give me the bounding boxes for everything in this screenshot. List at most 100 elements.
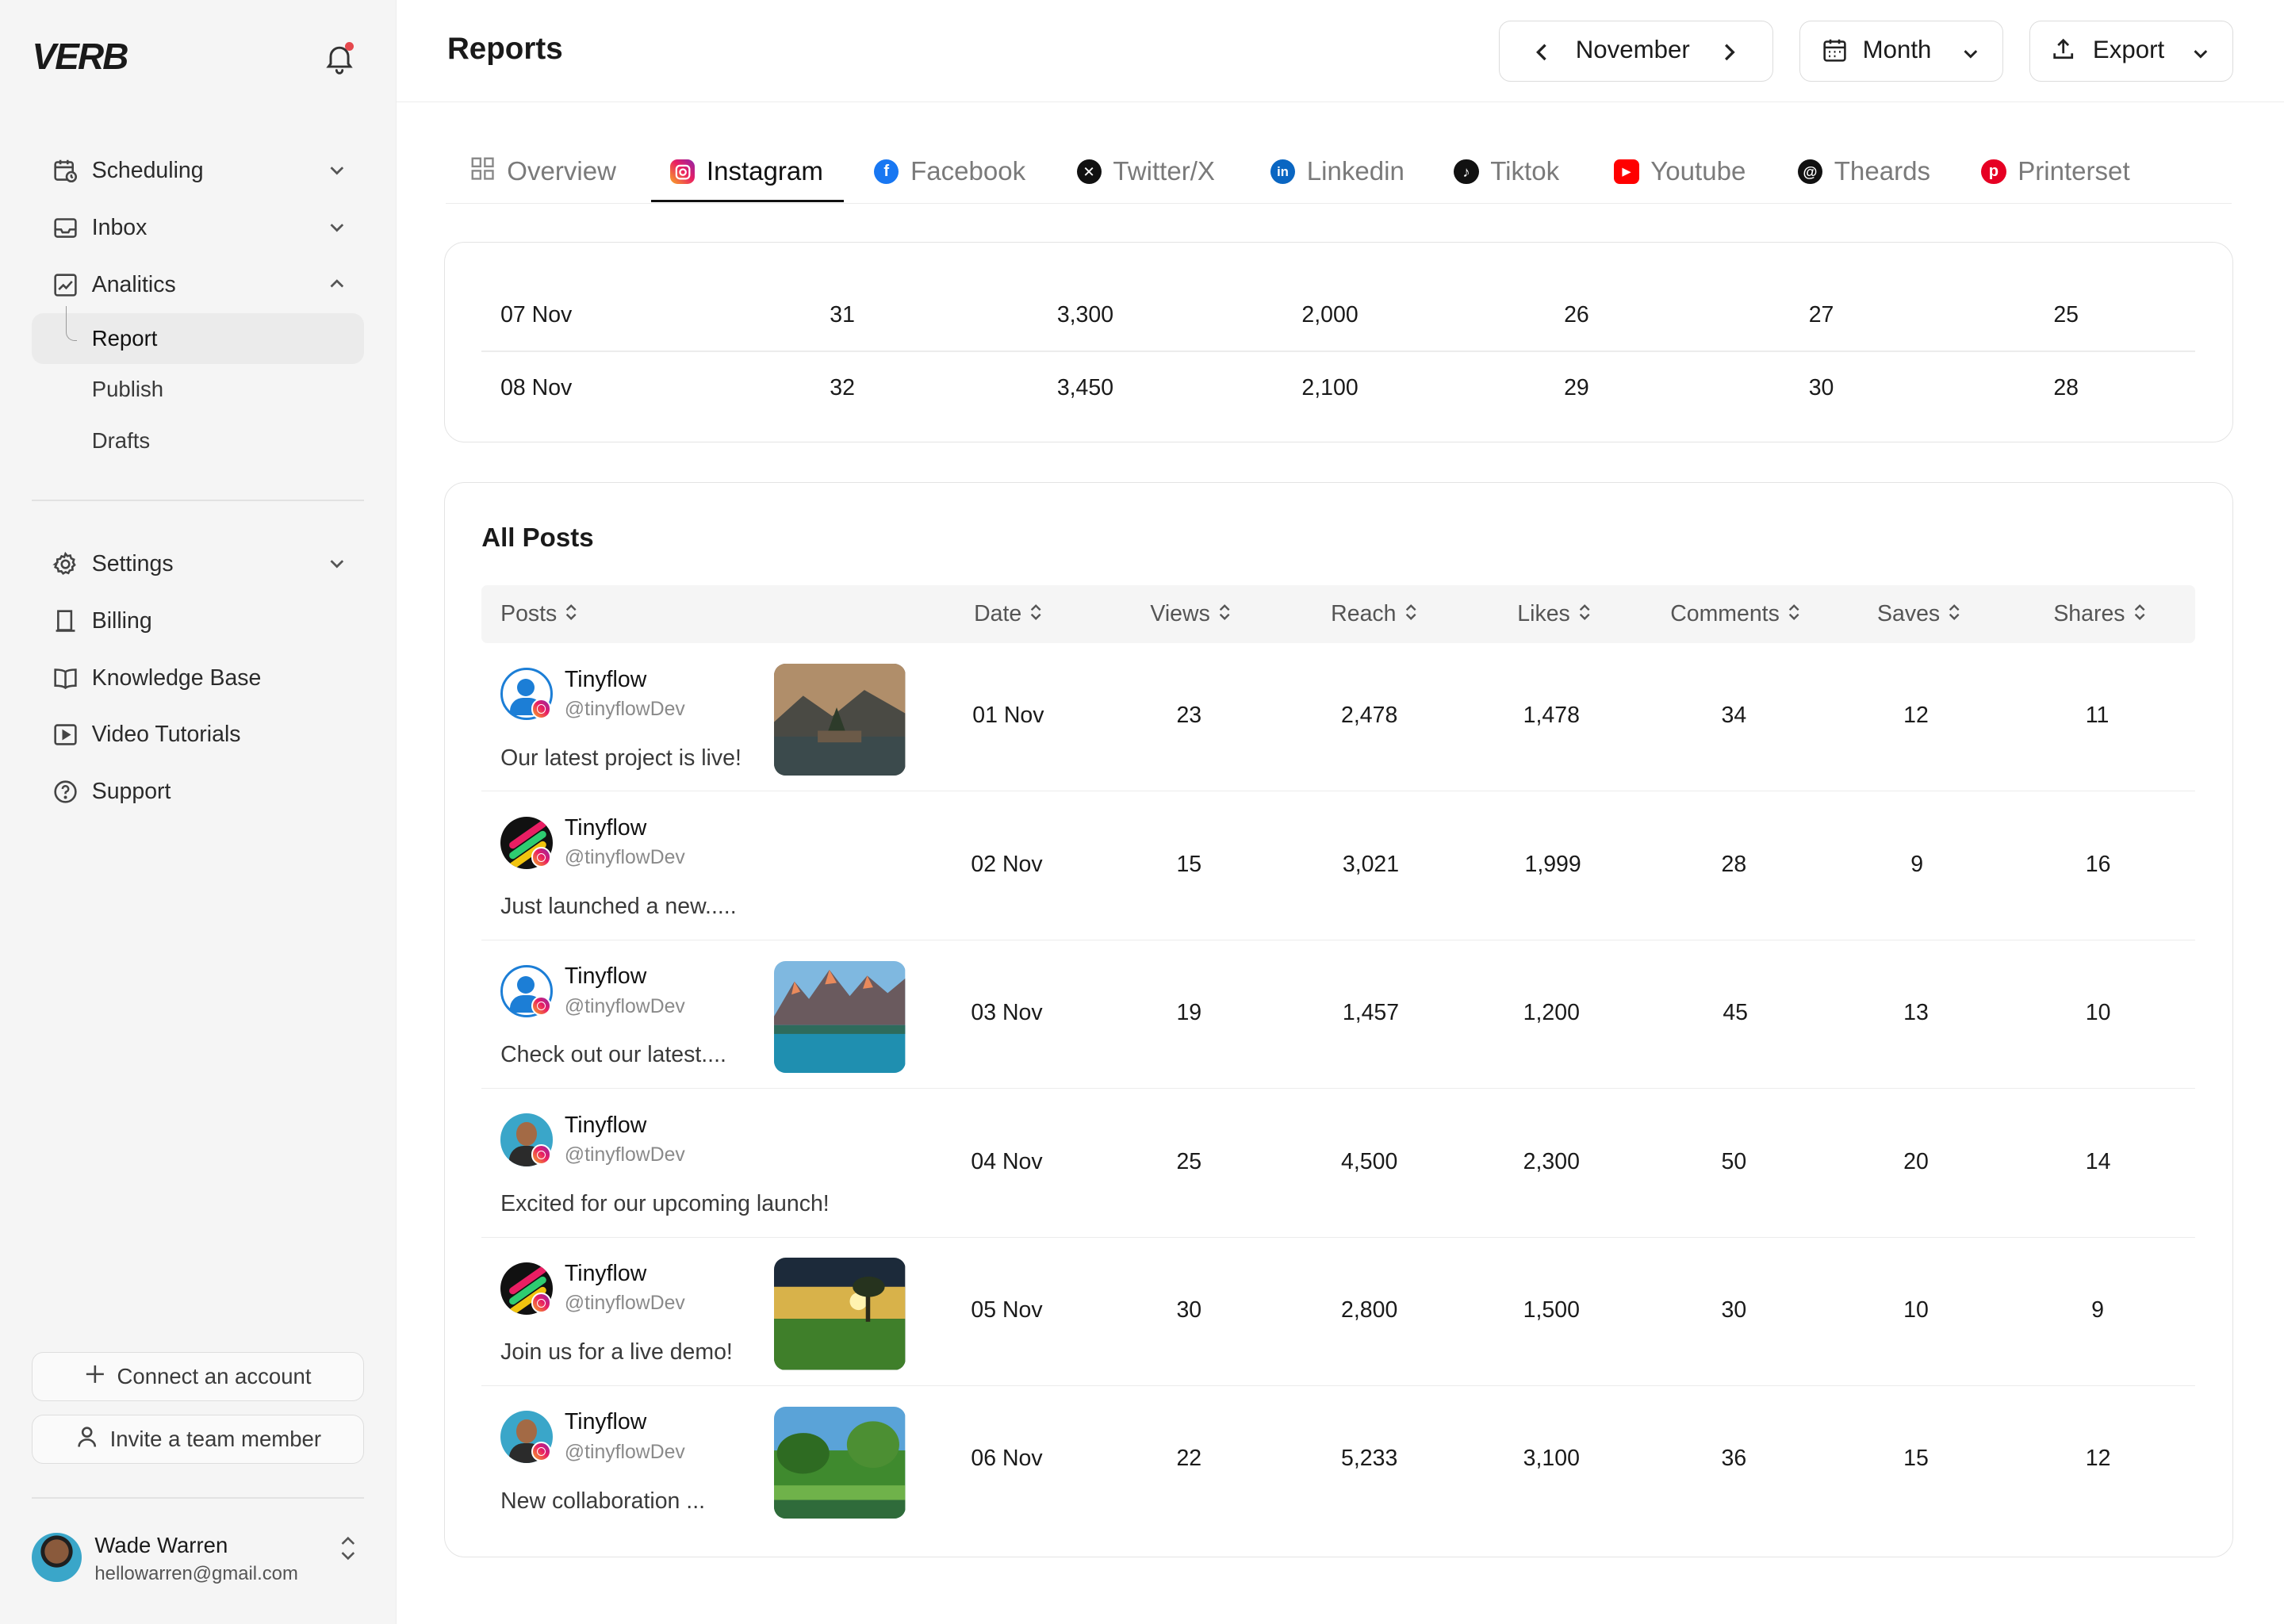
instagram-badge-icon bbox=[531, 995, 552, 1017]
table-row[interactable]: Tinyflow @tinyflowDev New collaboration … bbox=[481, 1386, 2194, 1534]
post-thumbnail[interactable] bbox=[774, 960, 906, 1073]
notification-bell-icon[interactable] bbox=[322, 40, 357, 75]
table-row[interactable]: Tinyflow @tinyflowDev Our latest project… bbox=[481, 643, 2195, 792]
tab-linkedin[interactable]: in Linkedin bbox=[1270, 140, 1405, 204]
export-label: Export bbox=[2092, 36, 2165, 64]
tab-overview[interactable]: Overview bbox=[470, 140, 616, 204]
post-date: 02 Nov bbox=[971, 851, 1043, 877]
period-value: Month bbox=[1862, 36, 1932, 64]
table-row[interactable]: 07 Nov 31 3,300 2,000 26 27 25 bbox=[481, 279, 2194, 352]
tab-pinterest[interactable]: p Printerset bbox=[1981, 140, 2130, 204]
tab-twitter-x[interactable]: ✕ Twitter/X bbox=[1076, 140, 1215, 204]
tab-threads[interactable]: @ Theards bbox=[1797, 140, 1930, 204]
post-views: 30 bbox=[1176, 1297, 1202, 1323]
sort-icon bbox=[1787, 601, 1801, 627]
post-author-name: Tinyflow bbox=[564, 1261, 647, 1286]
tab-label: Printerset bbox=[2018, 156, 2130, 186]
nav-label: Settings bbox=[91, 551, 174, 577]
column-header-posts[interactable]: Posts bbox=[500, 601, 579, 627]
tab-instagram[interactable]: Instagram bbox=[670, 140, 823, 204]
post-author-handle: @tinyflowDev bbox=[564, 1441, 685, 1463]
column-header-saves[interactable]: Saves bbox=[1877, 601, 1962, 627]
column-label: Comments bbox=[1670, 600, 1780, 626]
nav-sub-publish[interactable]: Publish bbox=[32, 364, 364, 415]
table-row[interactable]: Tinyflow @tinyflowDev Join us for a live… bbox=[481, 1238, 2195, 1386]
post-views: 22 bbox=[1176, 1446, 1202, 1472]
post-thumbnail[interactable] bbox=[774, 1406, 906, 1519]
daily-likes: 2,000 bbox=[1301, 302, 1359, 328]
gear-icon bbox=[52, 551, 79, 577]
chart-icon bbox=[52, 272, 79, 298]
connect-account-button[interactable]: Connect an account bbox=[32, 1351, 365, 1402]
nav-inbox[interactable]: Inbox bbox=[32, 200, 364, 257]
tab-label: Linkedin bbox=[1306, 156, 1405, 186]
column-header-comments[interactable]: Comments bbox=[1670, 601, 1801, 627]
tab-tiktok[interactable]: ♪ Tiktok bbox=[1454, 140, 1559, 204]
nav-settings[interactable]: Settings bbox=[32, 536, 364, 593]
post-reach: 2,478 bbox=[1341, 703, 1398, 729]
nav-sub-drafts[interactable]: Drafts bbox=[32, 416, 364, 466]
post-views: 19 bbox=[1176, 1000, 1202, 1026]
daily-views: 31 bbox=[830, 302, 855, 328]
export-button[interactable]: Export bbox=[2029, 20, 2234, 82]
invite-team-member-button[interactable]: Invite a team member bbox=[32, 1414, 365, 1465]
sort-icon bbox=[1404, 601, 1418, 627]
tiktok-icon: ♪ bbox=[1454, 159, 1479, 185]
post-likes: 3,100 bbox=[1523, 1446, 1580, 1472]
user-profile[interactable]: Wade Warren hellowarren@gmail.com bbox=[32, 1526, 364, 1591]
post-author-name: Tinyflow bbox=[564, 666, 647, 692]
app-logo[interactable]: VERB bbox=[32, 35, 128, 78]
active-tab-indicator bbox=[651, 199, 844, 203]
table-row[interactable]: Tinyflow @tinyflowDev Just launched a ne… bbox=[481, 791, 2195, 940]
daily-comments: 29 bbox=[1564, 375, 1589, 401]
column-label: Saves bbox=[1877, 600, 1941, 626]
post-date: 03 Nov bbox=[971, 1000, 1043, 1026]
calendar-clock-icon bbox=[52, 158, 79, 184]
tab-label: Youtube bbox=[1650, 156, 1746, 186]
table-row[interactable]: Tinyflow @tinyflowDev Excited for our up… bbox=[481, 1089, 2195, 1238]
post-date: 04 Nov bbox=[971, 1148, 1043, 1174]
nav-billing[interactable]: Billing bbox=[32, 593, 364, 650]
post-author-handle: @tinyflowDev bbox=[564, 698, 685, 720]
post-saves: 15 bbox=[1903, 1446, 1929, 1472]
daily-stats-card: 07 Nov 31 3,300 2,000 26 27 25 08 Nov 32… bbox=[444, 241, 2234, 443]
post-thumbnail[interactable] bbox=[774, 663, 906, 776]
column-header-shares[interactable]: Shares bbox=[2053, 601, 2147, 627]
table-row[interactable]: 08 Nov 32 3,450 2,100 29 30 28 bbox=[481, 352, 2194, 425]
instagram-icon bbox=[670, 159, 696, 185]
nav-scheduling[interactable]: Scheduling bbox=[32, 143, 364, 200]
chevron-right-icon[interactable] bbox=[1719, 40, 1739, 69]
column-header-date[interactable]: Date bbox=[974, 601, 1044, 627]
tab-facebook[interactable]: f Facebook bbox=[874, 140, 1025, 204]
post-caption: Join us for a live demo! bbox=[500, 1339, 733, 1365]
tab-youtube[interactable]: ▶ Youtube bbox=[1614, 140, 1746, 204]
instagram-badge-icon bbox=[531, 1144, 552, 1165]
nav-analitics[interactable]: Analitics bbox=[32, 256, 364, 313]
chevron-up-down-icon[interactable] bbox=[338, 1535, 358, 1561]
column-label: Posts bbox=[500, 600, 558, 626]
grid-icon bbox=[470, 156, 495, 188]
column-header-reach[interactable]: Reach bbox=[1331, 601, 1418, 627]
table-row[interactable]: Tinyflow @tinyflowDev Check out our late… bbox=[481, 940, 2195, 1090]
post-reach: 2,800 bbox=[1341, 1297, 1398, 1323]
nav-video-tutorials[interactable]: Video Tutorials bbox=[32, 707, 364, 764]
post-comments: 30 bbox=[1721, 1297, 1747, 1323]
post-comments: 50 bbox=[1721, 1148, 1747, 1174]
column-header-views[interactable]: Views bbox=[1150, 601, 1232, 627]
nav-knowledge-base[interactable]: Knowledge Base bbox=[32, 649, 364, 707]
nav-label: Support bbox=[91, 778, 171, 804]
post-shares: 12 bbox=[2085, 1446, 2111, 1472]
platform-tabs: Overview Instagram f Facebook ✕ Twitter/… bbox=[446, 140, 2232, 205]
nav-sub-report[interactable]: Report bbox=[32, 312, 365, 365]
post-thumbnail[interactable] bbox=[774, 1258, 906, 1370]
chevron-left-icon[interactable] bbox=[1532, 40, 1553, 69]
nav-support[interactable]: Support bbox=[32, 764, 364, 821]
post-reach: 1,457 bbox=[1342, 1000, 1400, 1026]
post-views: 15 bbox=[1176, 851, 1202, 877]
section-title: All Posts bbox=[481, 523, 594, 553]
sort-icon bbox=[2133, 601, 2147, 627]
sort-icon bbox=[1947, 601, 1961, 627]
period-select[interactable]: Month bbox=[1799, 20, 2003, 82]
tab-label: Overview bbox=[507, 156, 616, 186]
column-header-likes[interactable]: Likes bbox=[1517, 601, 1592, 627]
